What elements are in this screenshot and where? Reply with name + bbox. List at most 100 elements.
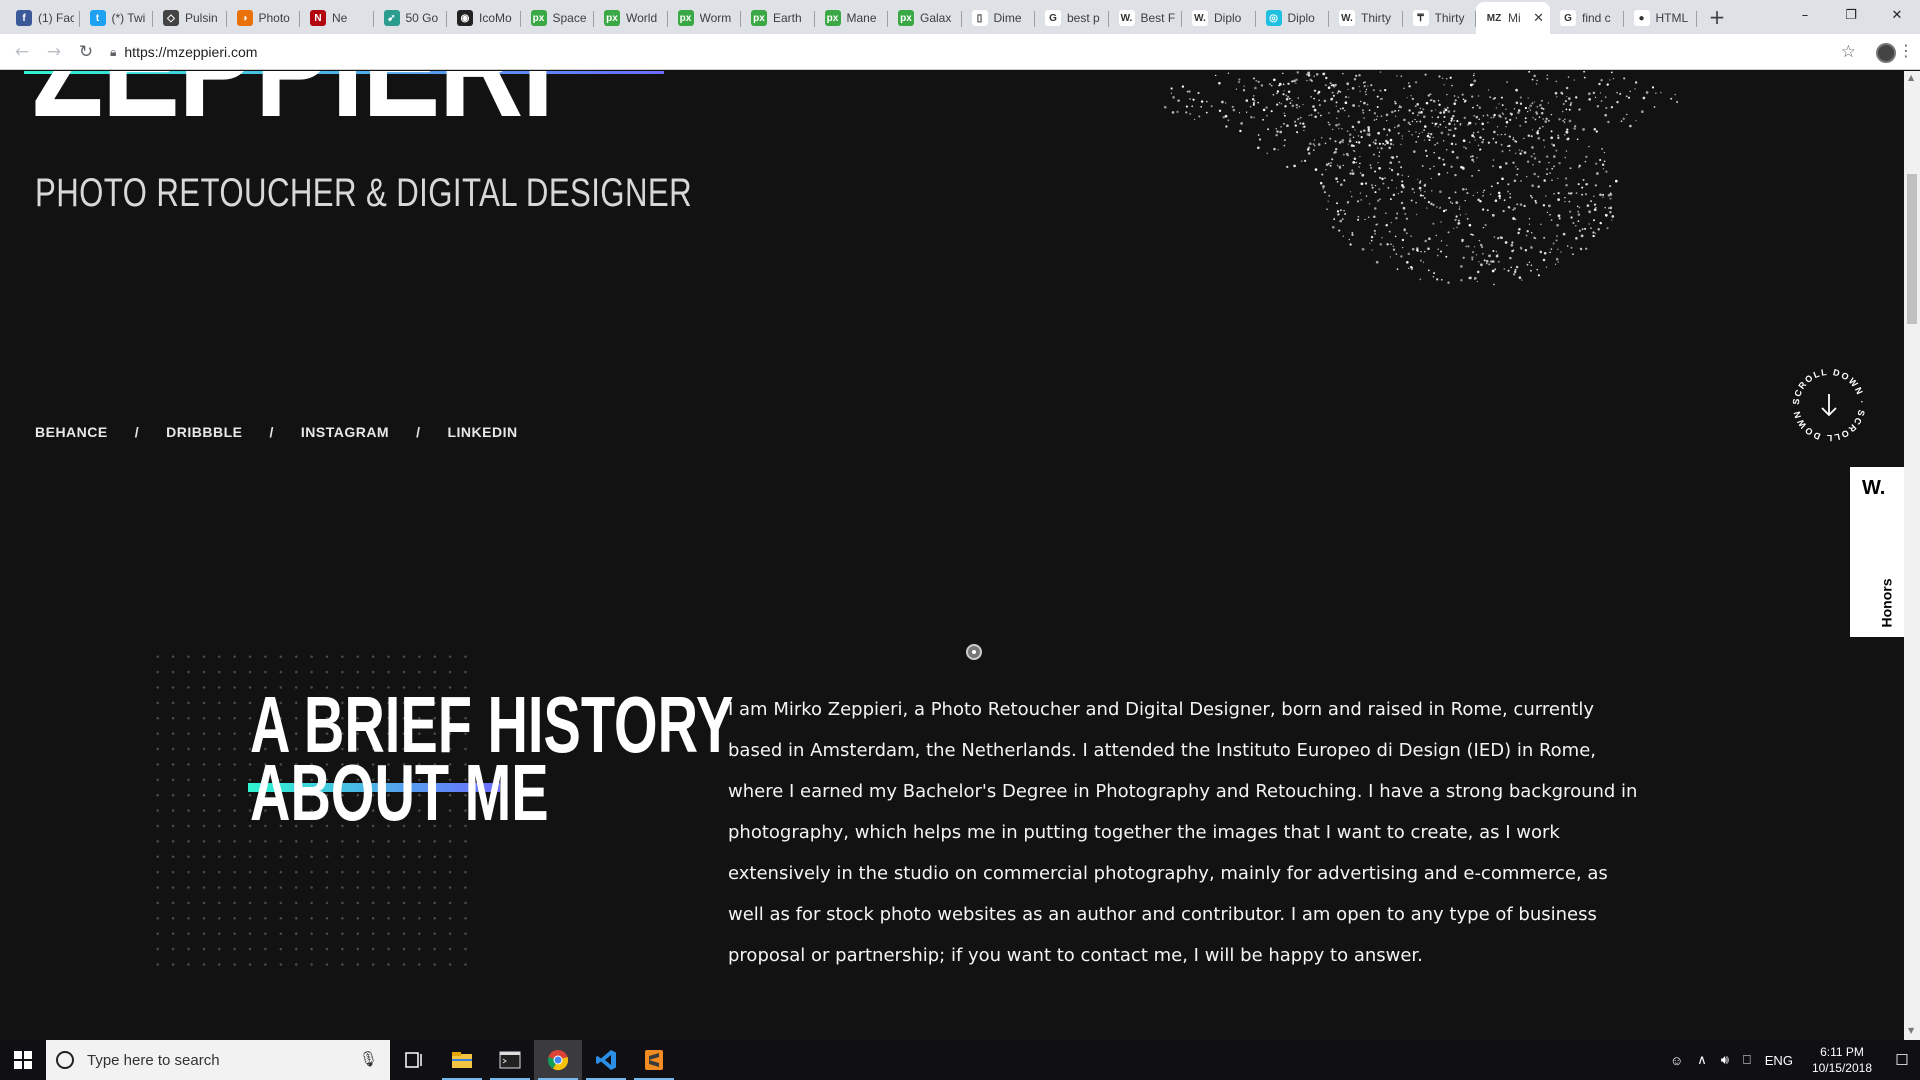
browser-tab[interactable]: N Ne (300, 2, 374, 34)
forward-button[interactable]: → (40, 38, 68, 66)
minimize-button[interactable]: – (1782, 0, 1828, 30)
page-icon: ▯ (971, 10, 988, 26)
scroll-down-button[interactable]: SCROLL DOWN · SCROLL DOWN · (1787, 363, 1871, 447)
diplo-icon: ◎ (1265, 10, 1282, 26)
clock[interactable]: 6:11 PM 10/15/2018 (1812, 1044, 1872, 1076)
social-link-behance[interactable]: BEHANCE (35, 424, 108, 440)
scroll-down-arrow-icon[interactable]: ▼ (1908, 1026, 1914, 1035)
tab-list: f (1) Fac t (*) Twi ◇ Pulsin ◑ Photo N Ne ➹ 50 Go ◉ I… (0, 0, 1697, 34)
browser-tab[interactable]: Gfind c (1550, 2, 1624, 34)
browser-tab[interactable]: px Space (521, 2, 595, 34)
browser-tab[interactable]: px Mane (815, 2, 889, 34)
w-icon: W. (1118, 10, 1135, 26)
browser-menu-icon[interactable]: ⋮ (1898, 41, 1914, 60)
browser-tab[interactable]: ◑ Photo (227, 2, 301, 34)
scroll-up-arrow-icon[interactable]: ▲ (1908, 73, 1914, 82)
taskbar-sublime[interactable] (630, 1040, 678, 1080)
browser-tab[interactable]: W. Diplo (1182, 2, 1256, 34)
tab-title: Space (552, 11, 587, 25)
tab-title: Thirty (1434, 11, 1465, 25)
browser-tab[interactable]: W. Best F (1109, 2, 1183, 34)
honors-label: Honors (1878, 578, 1895, 628)
chevron-up-icon[interactable]: ∧ (1697, 1052, 1707, 1068)
px-icon: px (824, 10, 841, 26)
task-view-button[interactable] (390, 1040, 438, 1080)
microphone-icon[interactable]: 🎙︎ (359, 1050, 378, 1068)
new-tab-button[interactable]: + (1703, 3, 1731, 31)
taskbar-search[interactable]: Type here to search 🎙︎ (46, 1040, 390, 1080)
browser-tab[interactable]: ➹ 50 Go (374, 2, 448, 34)
codepen-icon: ◇ (163, 10, 179, 26)
bookmark-star-icon[interactable]: ☆ (1841, 42, 1856, 62)
address-bar[interactable]: 🔒︎ https://mzeppieri.com (110, 40, 1810, 64)
windows-logo-icon (14, 1051, 32, 1069)
arrow-right-icon: → (46, 41, 62, 62)
close-window-button[interactable]: ✕ (1874, 0, 1920, 30)
browser-tab[interactable]: px Galax (888, 2, 962, 34)
lock-icon: 🔒︎ (110, 44, 117, 59)
tab-title: Best F (1140, 11, 1176, 25)
bio-paragraph: I am Mirko Zeppieri, a Photo Retoucher a… (728, 699, 1638, 966)
task-view-icon (405, 1052, 422, 1068)
sublime-icon (645, 1050, 663, 1070)
thirty-icon: ₸ (1412, 10, 1429, 26)
taskbar-chrome[interactable] (534, 1040, 582, 1080)
browser-tab[interactable]: f (1) Fac (6, 2, 80, 34)
particle-face-graphic (1163, 71, 1679, 286)
twitter-icon: t (89, 10, 106, 26)
browser-tab[interactable]: MZ Mi ✕ (1476, 2, 1550, 34)
tab-title: Earth (773, 11, 802, 25)
arrow-left-icon: ← (14, 41, 30, 62)
scrollbar-thumb[interactable] (1907, 174, 1917, 324)
close-tab-icon[interactable]: ✕ (1533, 10, 1544, 26)
browser-tab[interactable]: px Worm (668, 2, 742, 34)
custom-cursor (966, 644, 982, 660)
taskbar-terminal[interactable] (486, 1040, 534, 1080)
page-scrollbar[interactable]: ▲ ▼ (1904, 71, 1920, 1040)
scroll-down-label: SCROLL DOWN · SCROLL DOWN · (1787, 363, 1865, 443)
network-icon[interactable]: ⎕ (1743, 1052, 1751, 1068)
profile-avatar[interactable] (1876, 43, 1896, 63)
photo-icon: ◑ (236, 10, 253, 26)
browser-tab[interactable]: ▯ Dime (962, 2, 1036, 34)
people-icon[interactable]: ☺ (1670, 1053, 1683, 1068)
reload-button[interactable]: ↻ (72, 38, 100, 66)
tab-title: Worm (699, 11, 732, 25)
start-button[interactable] (0, 1040, 46, 1080)
browser-tab[interactable]: t (*) Twi (80, 2, 154, 34)
browser-tab[interactable]: px Earth (741, 2, 815, 34)
hero-subtitle: PHOTO RETOUCHER & DIGITAL DESIGNER (35, 171, 693, 215)
back-button[interactable]: ← (8, 38, 36, 66)
volume-icon[interactable]: 🔊︎ (1721, 1052, 1729, 1068)
windows-taskbar: Type here to search 🎙︎ ☺ ∧ 🔊︎ ⎕ ENG 6:11… (0, 1040, 1920, 1080)
social-link-linkedin[interactable]: LINKEDIN (447, 424, 517, 440)
section-title-line-2: ABOUT ME (250, 748, 549, 837)
language-indicator[interactable]: ENG (1765, 1053, 1793, 1068)
taskbar-vscode[interactable] (582, 1040, 630, 1080)
social-separator: / (269, 424, 274, 440)
browser-tab[interactable]: ● HTML (1624, 2, 1698, 34)
browser-tab[interactable]: px World (594, 2, 668, 34)
browser-tab[interactable]: ◇ Pulsin (153, 2, 227, 34)
restore-button[interactable]: ❐ (1828, 0, 1874, 30)
taskbar-file-explorer[interactable] (438, 1040, 486, 1080)
tab-title: (*) Twi (111, 11, 146, 25)
google-icon: G (1560, 10, 1576, 26)
social-link-dribbble[interactable]: DRIBBBLE (166, 424, 242, 440)
clock-date: 10/15/2018 (1811, 1061, 1872, 1075)
social-link-instagram[interactable]: INSTAGRAM (301, 424, 389, 440)
search-placeholder: Type here to search (87, 1051, 220, 1069)
browser-tab[interactable]: ₸ Thirty (1403, 2, 1477, 34)
browser-tab[interactable]: ◎ Diplo (1256, 2, 1330, 34)
svg-text:SCROLL DOWN · SCROLL DOWN ·: SCROLL DOWN · SCROLL DOWN · (1787, 363, 1867, 443)
awwwards-honors-tab[interactable]: W. Honors (1850, 467, 1904, 637)
w-icon: W. (1339, 10, 1355, 26)
browser-tab[interactable]: ◉ IcoMo (447, 2, 521, 34)
browser-tab[interactable]: W. Thirty (1329, 2, 1403, 34)
browser-tab[interactable]: Gbest p (1035, 2, 1109, 34)
netflix-icon: N (310, 10, 326, 26)
notifications-icon[interactable]: ☐ (1884, 1051, 1920, 1069)
tab-title: Diplo (1214, 11, 1242, 25)
tab-title: (1) Fac (38, 11, 74, 25)
px-icon: px (751, 10, 767, 26)
